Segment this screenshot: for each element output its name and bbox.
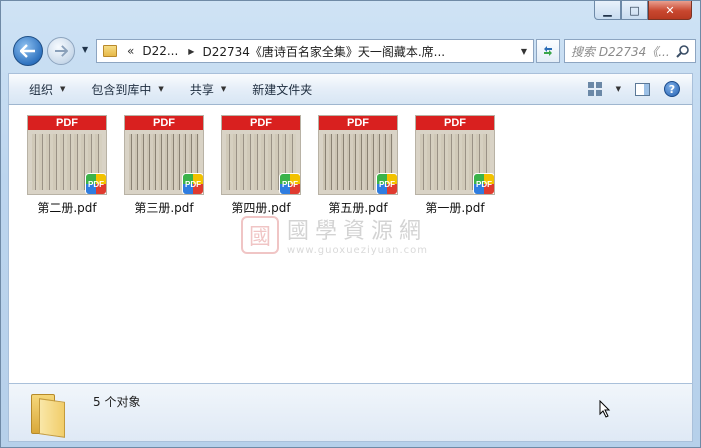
change-view-icon[interactable] [587, 82, 602, 96]
folder-icon [31, 390, 67, 438]
include-in-library-menu[interactable]: 包含到库中 ▼ [85, 81, 169, 98]
file-item[interactable]: PDF PDF 第四册.pdf [213, 115, 309, 216]
pdf-badge-label: PDF [282, 180, 298, 189]
pdf-banner: PDF [416, 116, 494, 130]
arrow-left-icon [20, 44, 35, 58]
command-bar: 组织 ▼ 包含到库中 ▼ 共享 ▼ 新建文件夹 ▼ ? [8, 73, 693, 105]
maximize-button[interactable]: □ [621, 1, 648, 20]
share-menu[interactable]: 共享 ▼ [184, 81, 232, 98]
search-box[interactable]: 搜索 D22734《... [564, 39, 696, 63]
file-item[interactable]: PDF PDF 第三册.pdf [116, 115, 212, 216]
watermark-url: www.guoxueziyuan.com [287, 245, 428, 256]
arrow-right-icon [54, 45, 68, 57]
file-name[interactable]: 第三册.pdf [116, 199, 212, 216]
refresh-icon [544, 46, 552, 56]
details-pane: 5 个对象 [8, 383, 693, 442]
watermark-seal: 國 [241, 215, 279, 254]
share-label: 共享 [189, 82, 214, 97]
item-count: 5 个对象 [93, 395, 141, 409]
new-folder-button[interactable]: 新建文件夹 [246, 81, 318, 98]
forward-button[interactable] [47, 37, 75, 65]
search-input[interactable]: 搜索 D22734《... [571, 43, 671, 60]
recent-pages-dropdown[interactable]: ▼ [82, 45, 88, 54]
search-icon[interactable] [676, 44, 690, 58]
preview-pane-icon[interactable] [635, 82, 650, 96]
minimize-button[interactable]: ▁ [594, 1, 621, 20]
refresh-button[interactable] [536, 39, 560, 63]
file-item[interactable]: PDF PDF 第二册.pdf [19, 115, 115, 216]
watermark: 國 國學資源網 www.guoxueziyuan.com [241, 213, 428, 256]
overflow-chevrons[interactable]: « [127, 44, 134, 58]
organize-label: 组织 [29, 82, 54, 97]
pdf-banner: PDF [28, 116, 106, 130]
pdf-badge-label: PDF [379, 180, 395, 189]
breadcrumb-parent[interactable]: D22... [142, 44, 178, 58]
breadcrumb-current[interactable]: D22734《唐诗百名家全集》天一阁藏本.席... [202, 43, 445, 60]
mouse-pointer-icon [599, 400, 611, 418]
file-name[interactable]: 第二册.pdf [19, 199, 115, 216]
pdf-banner: PDF [319, 116, 397, 130]
pdf-badge-label: PDF [476, 180, 492, 189]
view-options-dropdown[interactable]: ▼ [616, 85, 621, 93]
pdf-badge-label: PDF [185, 180, 201, 189]
file-item[interactable]: PDF PDF 第一册.pdf [407, 115, 503, 216]
new-folder-label: 新建文件夹 [252, 82, 313, 97]
chevron-down-icon: ▼ [220, 85, 227, 93]
caption-buttons: ▁ □ ✕ [594, 1, 692, 20]
back-button[interactable] [13, 36, 43, 66]
folder-icon [103, 45, 117, 57]
pdf-banner: PDF [222, 116, 300, 130]
close-button[interactable]: ✕ [648, 1, 692, 20]
file-list[interactable]: PDF PDF 第二册.pdf PDF PDF 第三册.pdf PDF PDF [8, 105, 693, 383]
pdf-thumbnail: PDF PDF [415, 115, 495, 195]
chevron-down-icon: ▼ [158, 85, 164, 93]
watermark-title: 國學資源網 [287, 219, 428, 244]
chevron-down-icon: ▼ [60, 85, 66, 93]
address-history-dropdown[interactable]: ▼ [521, 47, 527, 56]
pdf-banner: PDF [125, 116, 203, 130]
pdf-badge-label: PDF [88, 180, 104, 189]
file-item[interactable]: PDF PDF 第五册.pdf [310, 115, 406, 216]
watermark-text: 國學資源網 www.guoxueziyuan.com [287, 213, 428, 256]
pdf-thumbnail: PDF PDF [318, 115, 398, 195]
pdf-thumbnail: PDF PDF [27, 115, 107, 195]
navigation-bar: ▼ « D22... ▶ D22734《唐诗百名家全集》天一阁藏本.席... ▼… [7, 36, 696, 66]
view-controls: ▼ ? [587, 81, 680, 97]
address-bar[interactable]: « D22... ▶ D22734《唐诗百名家全集》天一阁藏本.席... ▼ [96, 39, 534, 63]
include-library-label: 包含到库中 [91, 82, 152, 97]
organize-menu[interactable]: 组织 ▼ [23, 81, 71, 98]
pdf-thumbnail: PDF PDF [124, 115, 204, 195]
breadcrumb-separator-icon[interactable]: ▶ [188, 47, 194, 56]
explorer-window: ▁ □ ✕ ▼ « D22... ▶ D22734《唐诗百名家全集》天一阁藏本.… [0, 0, 701, 448]
help-icon[interactable]: ? [664, 81, 680, 97]
pdf-thumbnail: PDF PDF [221, 115, 301, 195]
